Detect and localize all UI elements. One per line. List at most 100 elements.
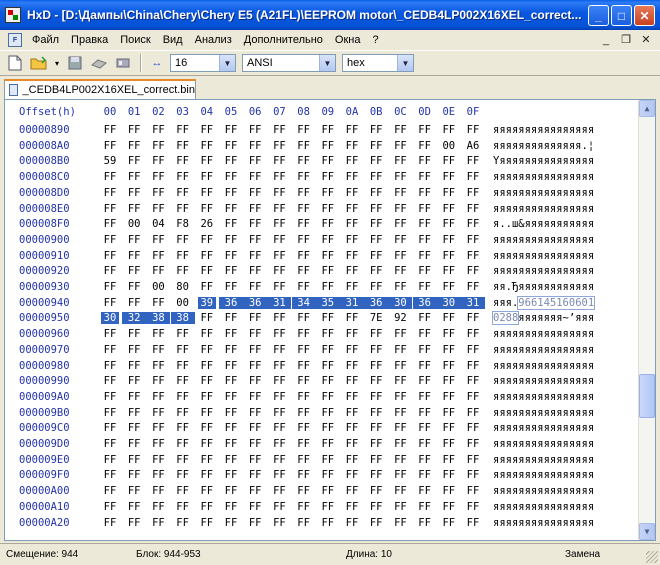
hex-byte[interactable]: FF: [391, 250, 409, 262]
hex-byte[interactable]: F8: [174, 218, 192, 230]
hex-byte[interactable]: FF: [464, 124, 482, 136]
hex-byte[interactable]: FF: [198, 517, 216, 529]
table-row[interactable]: 000009C0 FF FF FF FF FF FF FF FF FF FF FF FF FF FF FF FF…: [5, 422, 645, 438]
ascii-text[interactable]: яяя.966145160601: [493, 295, 596, 313]
hex-byte[interactable]: FF: [101, 265, 119, 277]
hex-byte[interactable]: FF: [101, 469, 119, 481]
hex-byte[interactable]: 34: [291, 296, 316, 309]
ascii-text[interactable]: яяяяяяяяяяяяяяяя: [493, 344, 594, 360]
hex-byte[interactable]: FF: [222, 124, 240, 136]
hex-byte[interactable]: FF: [198, 234, 216, 246]
hex-byte[interactable]: FF: [416, 250, 434, 262]
table-row[interactable]: 00000890 FF FF FF FF FF FF FF FF FF FF FF FF FF FF FF FF…: [5, 124, 645, 140]
hex-byte[interactable]: FF: [149, 265, 167, 277]
hex-byte[interactable]: FF: [343, 234, 361, 246]
hex-byte[interactable]: FF: [367, 391, 385, 403]
hex-byte[interactable]: FF: [125, 124, 143, 136]
hex-byte[interactable]: FF: [343, 438, 361, 450]
hex-byte[interactable]: FF: [101, 360, 119, 372]
hex-byte[interactable]: FF: [270, 375, 288, 387]
hex-byte[interactable]: 36: [412, 296, 437, 309]
ascii-text[interactable]: яяяяяяяяяяяяяяяя: [493, 438, 594, 454]
hex-byte[interactable]: FF: [391, 344, 409, 356]
hex-byte[interactable]: FF: [222, 218, 240, 230]
hex-byte[interactable]: FF: [295, 203, 313, 215]
hex-byte[interactable]: FF: [222, 454, 240, 466]
hex-byte[interactable]: FF: [198, 265, 216, 277]
hex-byte[interactable]: FF: [440, 312, 458, 324]
hex-byte[interactable]: FF: [440, 171, 458, 183]
hex-byte[interactable]: FF: [174, 155, 192, 167]
hex-byte[interactable]: FF: [367, 234, 385, 246]
hex-byte[interactable]: FF: [149, 203, 167, 215]
hex-byte[interactable]: FF: [246, 469, 264, 481]
hex-byte[interactable]: FF: [343, 155, 361, 167]
hex-byte[interactable]: FF: [295, 375, 313, 387]
ascii-text[interactable]: яяяяяяяяяяяяяяяя: [493, 124, 594, 140]
hex-byte[interactable]: FF: [222, 360, 240, 372]
hex-byte[interactable]: FF: [295, 171, 313, 183]
hex-byte[interactable]: FF: [149, 171, 167, 183]
hex-byte[interactable]: FF: [246, 438, 264, 450]
hex-byte[interactable]: FF: [125, 265, 143, 277]
menu-edit[interactable]: Правка: [65, 34, 114, 46]
hex-byte[interactable]: FF: [246, 360, 264, 372]
hex-byte[interactable]: FF: [367, 265, 385, 277]
resize-grip-icon[interactable]: [646, 551, 658, 563]
hex-byte[interactable]: FF: [464, 218, 482, 230]
hex-byte[interactable]: FF: [440, 438, 458, 450]
hex-editor[interactable]: Offset(h) 00 01 02 03 04 05 06 07 08 09 0A 0B 0C 0D 0E…: [4, 99, 656, 541]
hex-byte[interactable]: FF: [198, 250, 216, 262]
hex-byte[interactable]: FF: [198, 344, 216, 356]
hex-byte[interactable]: FF: [222, 250, 240, 262]
hex-byte[interactable]: FF: [391, 171, 409, 183]
hex-byte[interactable]: 32: [122, 312, 147, 325]
hex-byte[interactable]: 04: [149, 218, 167, 230]
hex-byte[interactable]: FF: [101, 234, 119, 246]
ascii-text[interactable]: яяяяяяяяяяяяяяяя: [493, 375, 594, 391]
hex-byte[interactable]: 36: [243, 296, 268, 309]
hex-byte[interactable]: FF: [246, 485, 264, 497]
hex-byte[interactable]: FF: [101, 485, 119, 497]
hex-byte[interactable]: FF: [464, 454, 482, 466]
hex-byte[interactable]: FF: [125, 155, 143, 167]
hex-byte[interactable]: FF: [295, 407, 313, 419]
hex-byte[interactable]: FF: [198, 501, 216, 513]
hex-byte[interactable]: FF: [149, 360, 167, 372]
hex-byte[interactable]: FF: [367, 360, 385, 372]
hex-byte[interactable]: FF: [246, 375, 264, 387]
table-row[interactable]: 000009D0 FF FF FF FF FF FF FF FF FF FF FF FF FF FF FF FF…: [5, 438, 645, 454]
hex-byte[interactable]: FF: [149, 250, 167, 262]
hex-byte[interactable]: FF: [295, 485, 313, 497]
table-row[interactable]: 00000A20 FF FF FF FF FF FF FF FF FF FF FF FF FF FF FF FF…: [5, 517, 645, 533]
hex-byte[interactable]: FF: [246, 328, 264, 340]
hex-byte[interactable]: FF: [270, 218, 288, 230]
hex-byte[interactable]: FF: [295, 517, 313, 529]
hex-byte[interactable]: 30: [101, 312, 119, 325]
hex-byte[interactable]: FF: [464, 344, 482, 356]
hex-byte[interactable]: FF: [198, 375, 216, 387]
hex-byte[interactable]: FF: [391, 391, 409, 403]
ascii-text[interactable]: яяяяяяяяяяяяяя.¦: [493, 140, 594, 156]
chevron-down-icon[interactable]: ▼: [219, 55, 235, 71]
hex-byte[interactable]: FF: [343, 218, 361, 230]
hex-byte[interactable]: FF: [174, 234, 192, 246]
hex-byte[interactable]: FF: [246, 218, 264, 230]
hex-byte[interactable]: FF: [343, 344, 361, 356]
hex-byte[interactable]: FF: [440, 124, 458, 136]
hex-byte[interactable]: FF: [125, 203, 143, 215]
hex-byte[interactable]: FF: [125, 234, 143, 246]
hex-byte[interactable]: FF: [246, 250, 264, 262]
hex-byte[interactable]: FF: [416, 171, 434, 183]
hex-byte[interactable]: FF: [125, 375, 143, 387]
hex-byte[interactable]: FF: [440, 328, 458, 340]
hex-byte[interactable]: FF: [198, 124, 216, 136]
mdi-restore-button[interactable]: ❐: [618, 32, 634, 48]
hex-byte[interactable]: FF: [222, 328, 240, 340]
hex-byte[interactable]: FF: [464, 422, 482, 434]
hex-byte[interactable]: FF: [125, 187, 143, 199]
hex-byte[interactable]: FF: [174, 438, 192, 450]
table-row[interactable]: 00000970 FF FF FF FF FF FF FF FF FF FF FF FF FF FF FF FF…: [5, 344, 645, 360]
hex-byte[interactable]: FF: [343, 250, 361, 262]
hex-byte[interactable]: FF: [440, 501, 458, 513]
